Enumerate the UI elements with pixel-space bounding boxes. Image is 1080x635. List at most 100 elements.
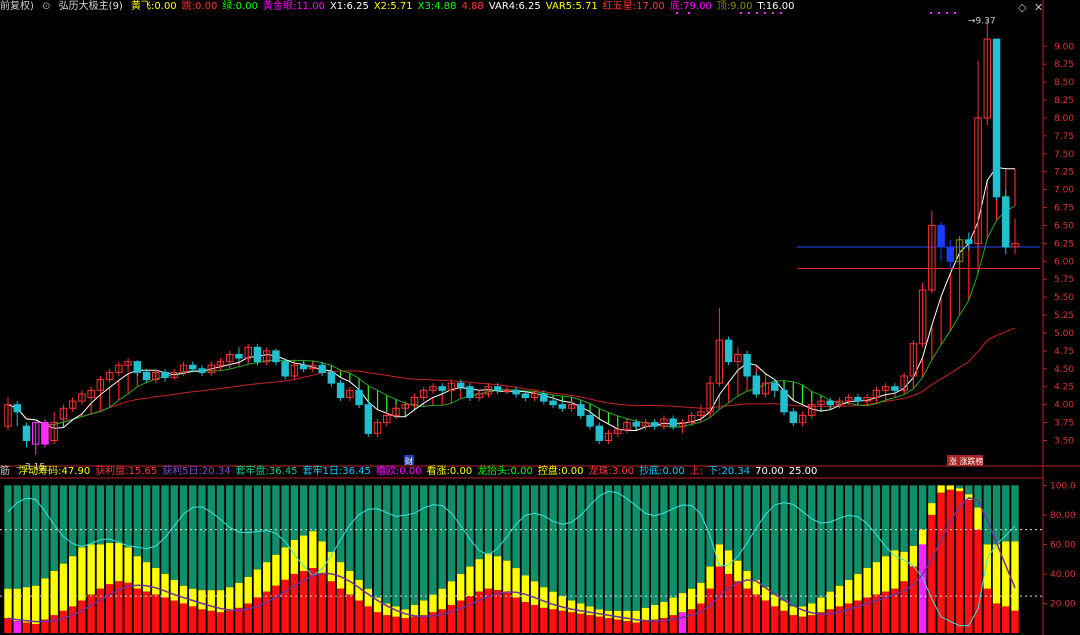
candle-body — [364, 404, 373, 434]
indicator-title[interactable]: 弘历大极主(9) — [59, 1, 123, 12]
trapped-bar — [299, 485, 308, 536]
y-tick-label: 8.75 — [1054, 60, 1074, 70]
trapped-bar — [68, 485, 77, 557]
trapped-bar — [78, 485, 86, 548]
profit-bar — [161, 597, 169, 633]
y-tick-label: 5.75 — [1054, 275, 1074, 285]
candle-body — [854, 396, 862, 402]
profit-bar — [466, 596, 474, 633]
trapped-bar — [845, 485, 853, 580]
candle-body — [198, 368, 206, 373]
candle-body — [650, 422, 659, 427]
candle-body — [780, 389, 788, 413]
high-price-label: →9.37 — [968, 17, 996, 27]
y-tick-label: 40.00 — [1050, 570, 1076, 580]
y-tick-label: 6.25 — [1054, 239, 1074, 249]
candle-body — [133, 361, 142, 373]
candle-body — [327, 371, 336, 384]
profit-bar — [595, 616, 603, 633]
candle-body — [1002, 196, 1010, 248]
trapped-bar — [577, 485, 585, 604]
profit-bar — [253, 597, 262, 633]
candle-body — [281, 361, 289, 377]
floating-bar — [309, 531, 317, 569]
profit-bar — [493, 590, 502, 633]
floating-bar — [133, 556, 142, 589]
profit-bar — [697, 603, 705, 633]
profit-bar — [761, 600, 770, 633]
floating-bar — [1002, 541, 1010, 607]
floating-bar — [881, 556, 890, 592]
profit-bar — [678, 612, 687, 633]
profit-bar — [420, 615, 428, 633]
profit-bar — [808, 615, 816, 633]
trapped-bar — [59, 485, 68, 564]
floating-bar — [105, 542, 114, 585]
trapped-bar — [503, 485, 511, 561]
profit-bar — [540, 607, 548, 633]
trapped-bar — [771, 485, 779, 595]
signal-dot — [946, 12, 948, 14]
trapped-bar — [22, 485, 31, 588]
legend-item: 上: — [689, 466, 704, 477]
floating-bar — [623, 610, 631, 622]
trapped-bar — [364, 485, 372, 589]
trapped-bar — [909, 485, 918, 546]
floating-bar — [678, 593, 687, 613]
candle-body — [540, 393, 548, 402]
diamond-icon[interactable]: ◇ — [1018, 1, 1026, 14]
profit-bar — [68, 606, 77, 633]
trapped-bar — [133, 485, 142, 557]
trapped-bar — [216, 485, 225, 591]
trapped-bar — [623, 485, 631, 611]
legend-item: 龙抬头:0.00 — [477, 466, 533, 477]
profit-bar — [59, 610, 68, 633]
profit-bar — [383, 615, 391, 633]
floating-bar — [918, 529, 927, 545]
trapped-bar — [152, 485, 160, 569]
dropdown-icon[interactable]: ⊙ — [42, 1, 50, 12]
floating-bar — [235, 582, 243, 608]
close-icon[interactable]: ✕ — [1034, 1, 1043, 14]
profit-bar — [142, 591, 151, 633]
trapped-bar — [734, 485, 742, 561]
profit-bar — [50, 615, 58, 633]
trapped-bar — [124, 485, 132, 548]
candle-body — [577, 404, 585, 416]
profit-bar — [170, 600, 178, 633]
y-tick-label: 9.00 — [1054, 42, 1074, 52]
floating-bar — [179, 585, 188, 604]
trapped-bar — [207, 485, 215, 591]
floating-bar — [567, 600, 576, 613]
signal-text: 涨 涨跌榜 — [949, 456, 984, 466]
candle-body — [558, 404, 567, 409]
trapped-bar — [410, 485, 419, 605]
candle-body — [336, 382, 345, 398]
trapped-bar — [512, 485, 520, 569]
trapped-bar — [724, 485, 733, 551]
trapped-bar — [235, 485, 243, 583]
trapped-bar — [447, 485, 456, 582]
floating-bar — [87, 544, 95, 595]
profit-bar — [743, 588, 751, 633]
profit-bar — [706, 588, 714, 633]
profit-bar — [687, 609, 696, 633]
floating-bar — [955, 488, 964, 492]
legend-item: X1:6.25 — [329, 1, 369, 12]
candle-body — [743, 353, 751, 377]
candle-body — [724, 339, 733, 363]
floating-bar — [715, 544, 724, 567]
floating-bar — [651, 604, 659, 620]
profit-bar — [133, 588, 142, 633]
floating-bar — [900, 551, 908, 582]
candle-body — [456, 382, 465, 388]
profit-bar — [475, 591, 483, 633]
trapped-bar — [706, 485, 714, 567]
profit-bar — [928, 514, 936, 633]
signal-dot — [938, 12, 940, 14]
trapped-bar — [392, 485, 400, 607]
floating-bar — [447, 581, 456, 605]
trapped-bar — [336, 485, 345, 563]
candle-body — [992, 38, 1001, 198]
profit-bar — [946, 489, 955, 633]
